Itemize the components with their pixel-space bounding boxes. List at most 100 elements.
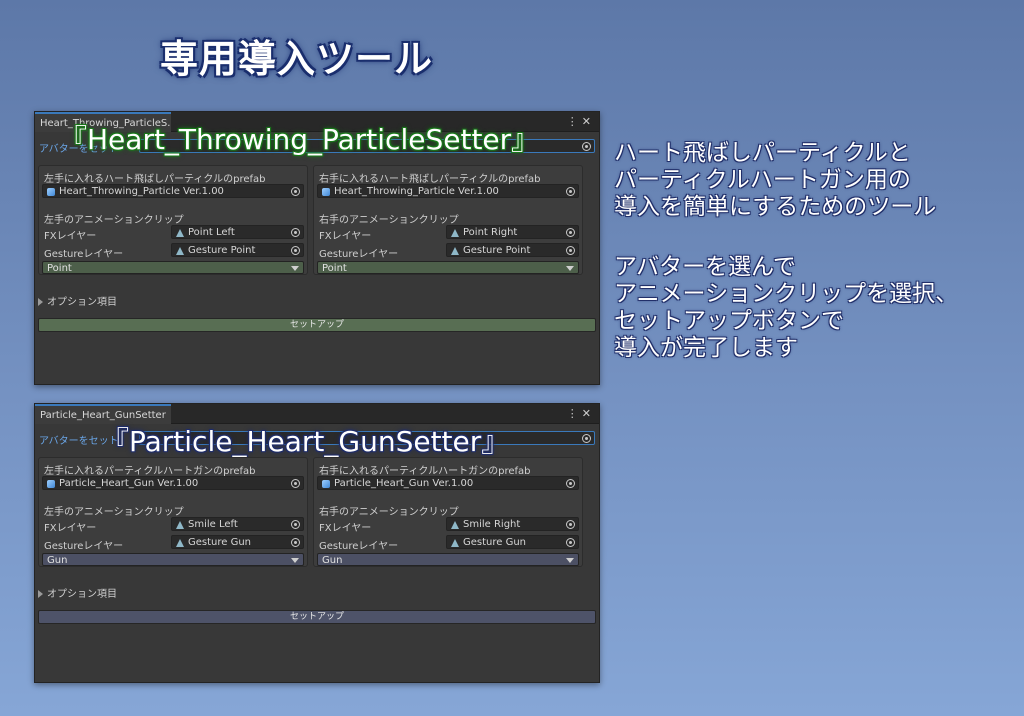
- animation-clip-icon: [176, 229, 184, 237]
- prefab-icon: [322, 480, 330, 488]
- gesture-dropdown[interactable]: Point: [42, 261, 304, 274]
- animation-clip-icon: [176, 521, 184, 529]
- prefab-field[interactable]: Heart_Throwing_Particle Ver.1.00: [42, 184, 304, 198]
- fx-clip-value: Smile Right: [463, 519, 521, 530]
- kebab-menu-icon[interactable]: ⋮: [567, 407, 582, 420]
- gesture-clip-value: Gesture Point: [463, 245, 531, 256]
- heart-gun-setter-window: Particle_Heart_GunSetter ⋮✕ アバターをセット 『Pa…: [34, 403, 600, 683]
- gesture-clip-field[interactable]: Gesture Gun: [171, 535, 304, 549]
- description-line: パーティクルハートガン用の: [614, 167, 911, 193]
- chevron-down-icon: [291, 558, 299, 563]
- object-picker-icon[interactable]: [566, 228, 575, 237]
- titlebar-controls: ⋮✕: [567, 407, 595, 420]
- object-picker-icon[interactable]: [291, 538, 300, 547]
- dropdown-value: Gun: [322, 555, 343, 566]
- prefab-icon: [322, 188, 330, 196]
- dropdown-value: Gun: [47, 555, 68, 566]
- options-label: オプション項目: [47, 589, 117, 600]
- fx-clip-field[interactable]: Point Left: [171, 225, 304, 239]
- prefab-value: Heart_Throwing_Particle Ver.1.00: [334, 186, 499, 197]
- dropdown-value: Point: [322, 263, 347, 274]
- prefab-value: Particle_Heart_Gun Ver.1.00: [334, 478, 474, 489]
- prefab-label: 左手に入れるパーティクルハートガンのprefab: [44, 466, 256, 477]
- fx-clip-field[interactable]: Smile Left: [171, 517, 304, 531]
- clip-section-label: 左手のアニメーションクリップ: [44, 215, 184, 226]
- object-picker-icon[interactable]: [291, 246, 300, 255]
- prefab-label: 右手に入れるハート飛ばしパーティクルのprefab: [319, 174, 541, 185]
- description-line: アバターを選んで: [614, 254, 796, 280]
- object-picker-icon[interactable]: [566, 520, 575, 529]
- description-block-1: ハート飛ばしパーティクルと パーティクルハートガン用の 導入を簡単にするためのツ…: [614, 140, 1014, 221]
- animation-clip-icon: [451, 521, 459, 529]
- fx-clip-value: Point Right: [463, 227, 518, 238]
- prefab-icon: [47, 188, 55, 196]
- overlay-title: 『Particle_Heart_GunSetter』: [101, 425, 510, 458]
- gesture-dropdown[interactable]: Gun: [42, 553, 304, 566]
- chevron-down-icon: [566, 558, 574, 563]
- kebab-menu-icon[interactable]: ⋮: [567, 115, 582, 128]
- options-foldout[interactable]: オプション項目: [38, 293, 117, 308]
- close-icon[interactable]: ✕: [582, 407, 595, 420]
- gesture-clip-value: Gesture Gun: [463, 537, 527, 548]
- gesture-dropdown[interactable]: Gun: [317, 553, 579, 566]
- fx-clip-field[interactable]: Smile Right: [446, 517, 579, 531]
- object-picker-icon[interactable]: [291, 479, 300, 488]
- gesture-clip-value: Gesture Gun: [188, 537, 252, 548]
- prefab-value: Heart_Throwing_Particle Ver.1.00: [59, 186, 224, 197]
- prefab-field[interactable]: Heart_Throwing_Particle Ver.1.00: [317, 184, 579, 198]
- animation-clip-icon: [451, 247, 459, 255]
- object-picker-icon[interactable]: [291, 228, 300, 237]
- object-picker-icon[interactable]: [291, 520, 300, 529]
- gesture-clip-field[interactable]: Gesture Point: [446, 243, 579, 257]
- animation-clip-icon: [176, 247, 184, 255]
- clip-section-label: 左手のアニメーションクリップ: [44, 507, 184, 518]
- fx-clip-field[interactable]: Point Right: [446, 225, 579, 239]
- object-picker-icon[interactable]: [566, 538, 575, 547]
- fx-clip-value: Point Left: [188, 227, 235, 238]
- titlebar-controls: ⋮✕: [567, 115, 595, 128]
- fx-layer-label: FXレイヤー: [44, 523, 97, 534]
- close-icon[interactable]: ✕: [582, 115, 595, 128]
- gesture-clip-field[interactable]: Gesture Gun: [446, 535, 579, 549]
- gesture-layer-label: Gestureレイヤー: [44, 541, 124, 552]
- clip-section-label: 右手のアニメーションクリップ: [319, 507, 459, 518]
- prefab-label: 左手に入れるハート飛ばしパーティクルのprefab: [44, 174, 266, 185]
- left-hand-panel: 左手に入れるパーティクルハートガンのprefab Particle_Heart_…: [38, 457, 308, 567]
- animation-clip-icon: [451, 539, 459, 547]
- prefab-label: 右手に入れるパーティクルハートガンのprefab: [319, 466, 531, 477]
- page-title: 専用導入ツール: [160, 37, 434, 81]
- gesture-layer-label: Gestureレイヤー: [44, 249, 124, 260]
- description-line: 導入を簡単にするためのツール: [614, 194, 937, 220]
- object-picker-icon[interactable]: [291, 187, 300, 196]
- gesture-clip-field[interactable]: Gesture Point: [171, 243, 304, 257]
- object-picker-icon[interactable]: [566, 479, 575, 488]
- gesture-dropdown[interactable]: Point: [317, 261, 579, 274]
- right-hand-panel: 右手に入れるハート飛ばしパーティクルのprefab Heart_Throwing…: [313, 165, 583, 275]
- foldout-triangle-icon: [38, 590, 43, 598]
- gesture-layer-label: Gestureレイヤー: [319, 249, 399, 260]
- chevron-down-icon: [291, 266, 299, 271]
- fx-clip-value: Smile Left: [188, 519, 238, 530]
- description-line: セットアップボタンで: [614, 308, 844, 334]
- animation-clip-icon: [451, 229, 459, 237]
- description-line: アニメーションクリップを選択、: [614, 281, 959, 307]
- prefab-value: Particle_Heart_Gun Ver.1.00: [59, 478, 199, 489]
- prefab-field[interactable]: Particle_Heart_Gun Ver.1.00: [317, 476, 579, 490]
- object-picker-icon[interactable]: [582, 434, 591, 443]
- description-line: 導入が完了します: [614, 335, 798, 361]
- left-hand-panel: 左手に入れるハート飛ばしパーティクルのprefab Heart_Throwing…: [38, 165, 308, 275]
- options-label: オプション項目: [47, 297, 117, 308]
- options-foldout[interactable]: オプション項目: [38, 585, 117, 600]
- object-picker-icon[interactable]: [566, 246, 575, 255]
- prefab-field[interactable]: Particle_Heart_Gun Ver.1.00: [42, 476, 304, 490]
- fx-layer-label: FXレイヤー: [319, 231, 372, 242]
- clip-section-label: 右手のアニメーションクリップ: [319, 215, 459, 226]
- dropdown-value: Point: [47, 263, 72, 274]
- gesture-clip-value: Gesture Point: [188, 245, 256, 256]
- setup-button[interactable]: セットアップ: [38, 318, 596, 332]
- chevron-down-icon: [566, 266, 574, 271]
- object-picker-icon[interactable]: [582, 142, 591, 151]
- object-picker-icon[interactable]: [566, 187, 575, 196]
- setup-button[interactable]: セットアップ: [38, 610, 596, 624]
- right-hand-panel: 右手に入れるパーティクルハートガンのprefab Particle_Heart_…: [313, 457, 583, 567]
